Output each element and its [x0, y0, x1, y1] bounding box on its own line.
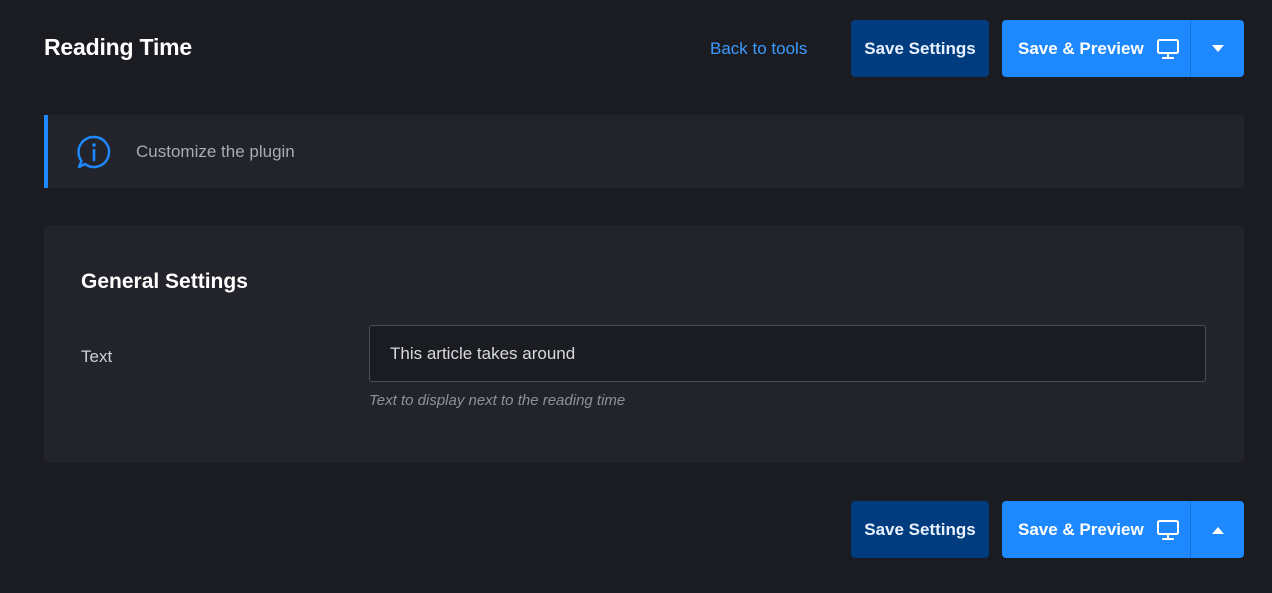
footer-save-preview-button[interactable]: Save & Preview — [1002, 501, 1190, 558]
save-preview-dropdown-toggle[interactable] — [1190, 20, 1244, 77]
text-field-label: Text — [81, 347, 113, 366]
save-preview-button-group: Save & Preview — [1002, 20, 1244, 77]
general-settings-card: General Settings Text Text to display ne… — [44, 225, 1244, 463]
page-title: Reading Time — [44, 34, 192, 60]
monitor-icon — [1156, 38, 1180, 60]
footer-save-settings-button[interactable]: Save Settings — [851, 501, 989, 558]
footer-save-preview-label: Save & Preview — [1018, 519, 1144, 539]
info-message: Customize the plugin — [136, 142, 295, 161]
info-icon — [76, 134, 112, 170]
monitor-icon — [1156, 519, 1180, 541]
text-field-input[interactable] — [369, 325, 1206, 382]
footer-save-preview-button-group: Save & Preview — [1002, 501, 1244, 558]
caret-up-icon — [1211, 522, 1224, 537]
save-settings-button[interactable]: Save Settings — [851, 20, 989, 77]
save-preview-label: Save & Preview — [1018, 38, 1144, 58]
reading-time-settings-page: Reading Time Back to tools Save Settings… — [0, 0, 1272, 593]
save-preview-button[interactable]: Save & Preview — [1002, 20, 1190, 77]
text-field-help: Text to display next to the reading time — [369, 392, 626, 409]
caret-down-icon — [1211, 41, 1224, 56]
back-to-tools-link[interactable]: Back to tools — [710, 39, 807, 59]
footer-save-preview-dropdown-toggle[interactable] — [1190, 501, 1244, 558]
info-notice: Customize the plugin — [44, 115, 1244, 188]
general-settings-title: General Settings — [81, 270, 248, 293]
